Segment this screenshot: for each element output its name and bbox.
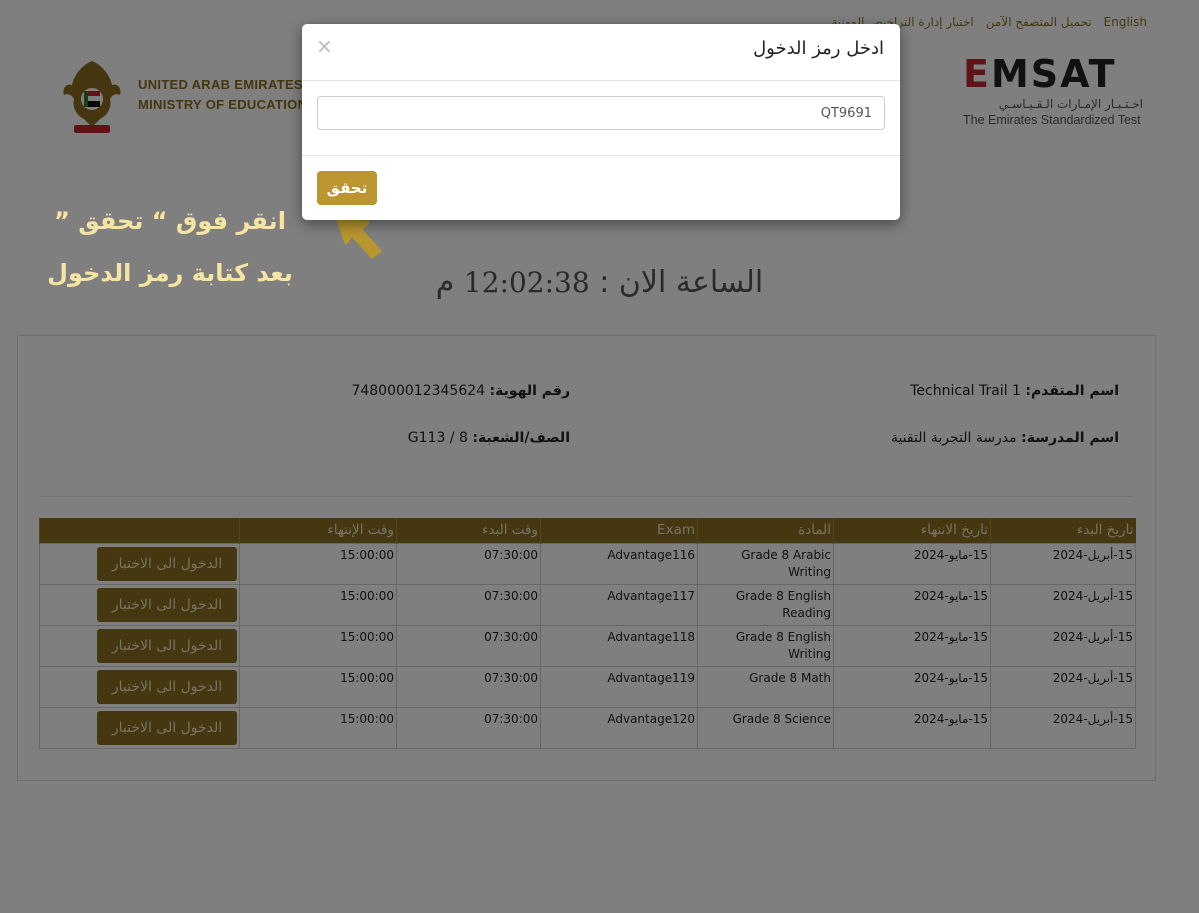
modal-body [302, 81, 900, 156]
modal-header: ادخل رمز الدخول × [302, 24, 900, 81]
annotation-line2: بعد كتابة رمز الدخول [47, 259, 293, 287]
access-code-modal: ادخل رمز الدخول × تحقق [302, 24, 900, 220]
verify-button[interactable]: تحقق [317, 171, 377, 205]
close-icon[interactable]: × [316, 34, 333, 58]
access-code-input[interactable] [317, 96, 885, 130]
annotation-line1: انقر فوق “ تحقق ” [54, 207, 286, 235]
modal-title: ادخل رمز الدخول [753, 38, 884, 59]
